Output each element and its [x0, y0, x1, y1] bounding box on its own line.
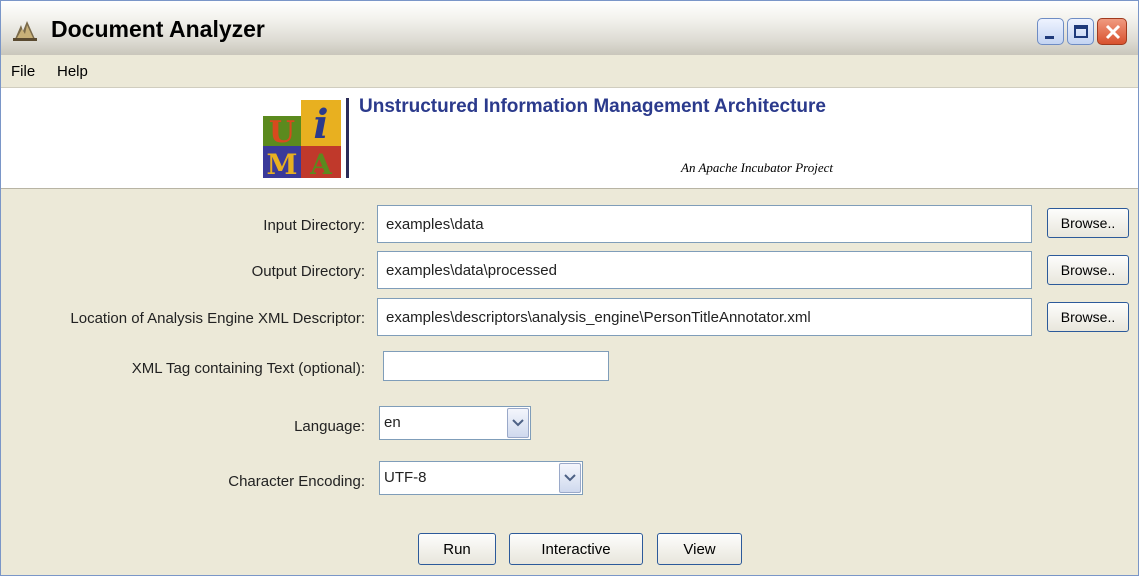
- interactive-button[interactable]: Interactive: [509, 533, 643, 565]
- maximize-icon: [1074, 25, 1088, 38]
- input-directory-label: Input Directory:: [263, 217, 365, 234]
- menu-help[interactable]: Help: [57, 63, 88, 80]
- banner-title: Unstructured Information Management Arch…: [359, 96, 826, 117]
- menu-file[interactable]: File: [11, 63, 35, 80]
- close-button[interactable]: [1097, 18, 1127, 45]
- svg-text:A: A: [309, 148, 333, 180]
- encoding-value: UTF-8: [384, 469, 427, 486]
- svg-text:M: M: [267, 148, 298, 180]
- view-button[interactable]: View: [657, 533, 742, 565]
- encoding-dropdown-button[interactable]: [559, 463, 581, 493]
- uima-banner: U i M A Unstructured Information Managem…: [1, 88, 1138, 189]
- logo-separator: [346, 98, 349, 178]
- document-analyzer-window: Document Analyzer File Help U i M A Unst…: [0, 0, 1139, 576]
- close-icon: [1105, 24, 1121, 40]
- xml-tag-label: XML Tag containing Text (optional):: [131, 360, 365, 377]
- descriptor-label: Location of Analysis Engine XML Descript…: [70, 310, 365, 327]
- title-bar[interactable]: Document Analyzer: [1, 1, 1138, 55]
- output-directory-label: Output Directory:: [251, 263, 365, 280]
- run-button[interactable]: Run: [418, 533, 496, 565]
- window-title: Document Analyzer: [51, 16, 265, 42]
- chevron-down-icon: [564, 474, 576, 482]
- descriptor-field[interactable]: examples\descriptors\analysis_engine\Per…: [377, 298, 1032, 336]
- language-value: en: [384, 414, 401, 431]
- encoding-label: Character Encoding:: [228, 473, 365, 490]
- output-directory-browse-button[interactable]: Browse..: [1047, 255, 1129, 285]
- uima-logo: U i M A: [263, 100, 341, 180]
- maximize-button[interactable]: [1067, 18, 1094, 45]
- descriptor-browse-button[interactable]: Browse..: [1047, 302, 1129, 332]
- input-directory-field[interactable]: examples\data: [377, 205, 1032, 243]
- minimize-icon: [1045, 36, 1054, 39]
- minimize-button[interactable]: [1037, 18, 1064, 45]
- svg-text:i: i: [313, 101, 328, 148]
- language-dropdown-button[interactable]: [507, 408, 529, 438]
- language-label: Language:: [294, 418, 365, 435]
- input-directory-browse-button[interactable]: Browse..: [1047, 208, 1129, 238]
- encoding-select[interactable]: UTF-8: [379, 461, 583, 495]
- xml-tag-field[interactable]: [383, 351, 609, 381]
- output-directory-field[interactable]: examples\data\processed: [377, 251, 1032, 289]
- app-launch-icon: [13, 21, 37, 41]
- language-select[interactable]: en: [379, 406, 531, 440]
- svg-text:U: U: [269, 115, 295, 150]
- chevron-down-icon: [512, 419, 524, 427]
- menu-bar: File Help: [1, 55, 1138, 88]
- banner-subtitle: An Apache Incubator Project: [681, 160, 833, 175]
